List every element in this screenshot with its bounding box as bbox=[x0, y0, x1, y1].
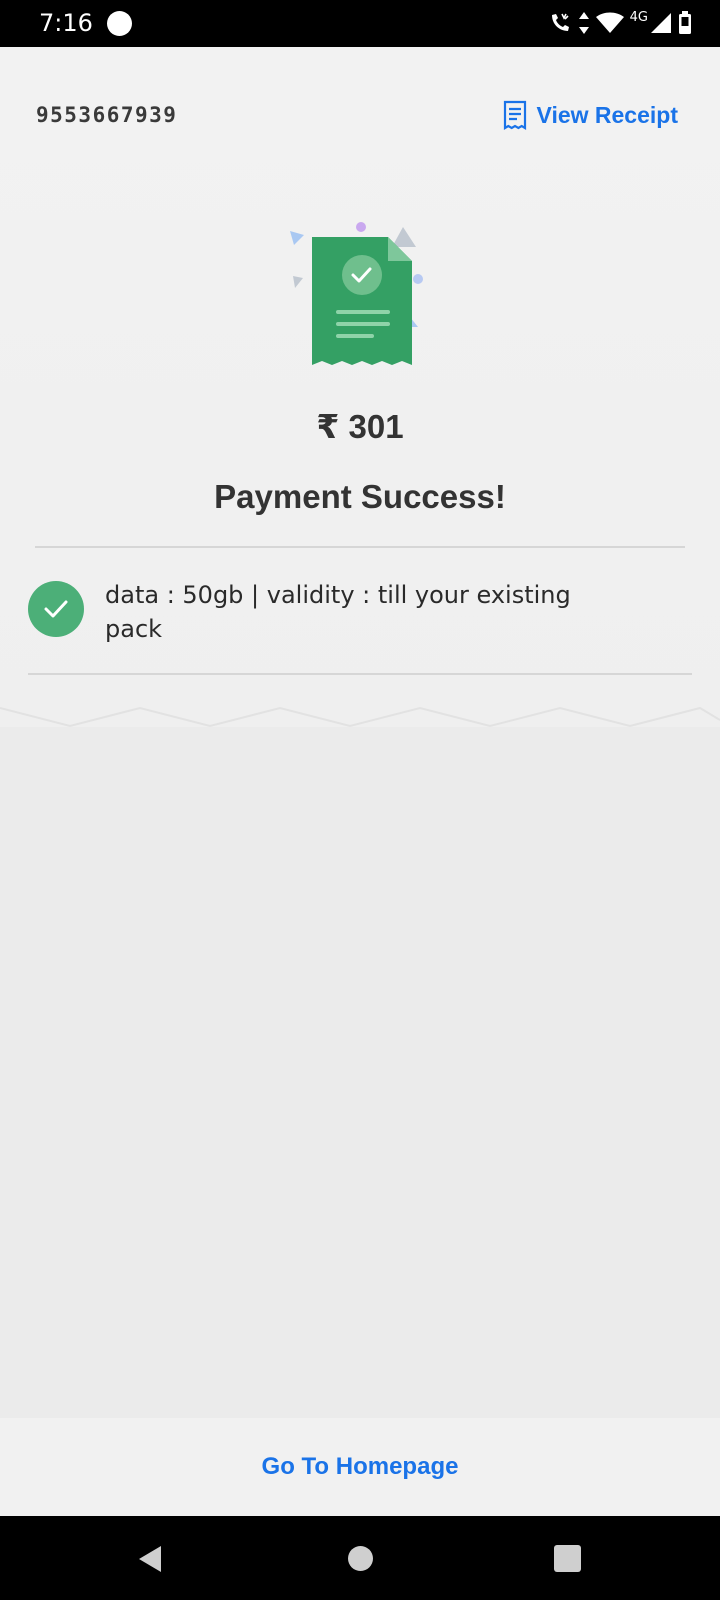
benefit-text: data : 50gb | validity : till your exist… bbox=[105, 581, 571, 643]
data-arrows-icon bbox=[578, 12, 589, 34]
receipt-success-illustration bbox=[290, 222, 423, 365]
view-receipt-label: View Receipt bbox=[536, 101, 678, 128]
phone-number: 9553667939 bbox=[36, 103, 178, 127]
go-to-homepage-button[interactable]: Go To Homepage bbox=[262, 1453, 459, 1481]
wifi-icon bbox=[595, 12, 624, 33]
home-icon[interactable] bbox=[348, 1546, 373, 1571]
status-icons: 4G bbox=[548, 8, 692, 38]
receipt-torn-edge bbox=[0, 700, 720, 728]
benefit-item: data : 50gb | validity : till your exist… bbox=[28, 578, 625, 646]
signal-icon bbox=[651, 13, 671, 33]
divider bbox=[35, 546, 685, 548]
check-circle-icon bbox=[28, 581, 84, 637]
recents-icon[interactable] bbox=[554, 1545, 581, 1572]
notification-dot-icon bbox=[107, 11, 132, 36]
wifi-call-icon bbox=[551, 13, 569, 31]
status-bar: 7:16 4G bbox=[0, 0, 720, 47]
status-time: 7:16 bbox=[39, 9, 93, 37]
receipt-icon bbox=[503, 100, 526, 130]
payment-status-title: Payment Success! bbox=[214, 478, 506, 515]
network-type-label: 4G bbox=[629, 9, 648, 25]
divider bbox=[28, 673, 692, 675]
navigation-bar bbox=[0, 1516, 720, 1600]
back-icon[interactable] bbox=[137, 1545, 163, 1573]
receipt-card: 9553667939 View Receipt ₹ 301 Payment Su… bbox=[0, 47, 720, 727]
view-receipt-button[interactable]: View Receipt bbox=[503, 100, 678, 130]
bottom-action-bar: Go To Homepage bbox=[0, 1418, 720, 1516]
battery-icon bbox=[679, 11, 691, 34]
payment-amount: ₹ 301 bbox=[316, 408, 404, 445]
